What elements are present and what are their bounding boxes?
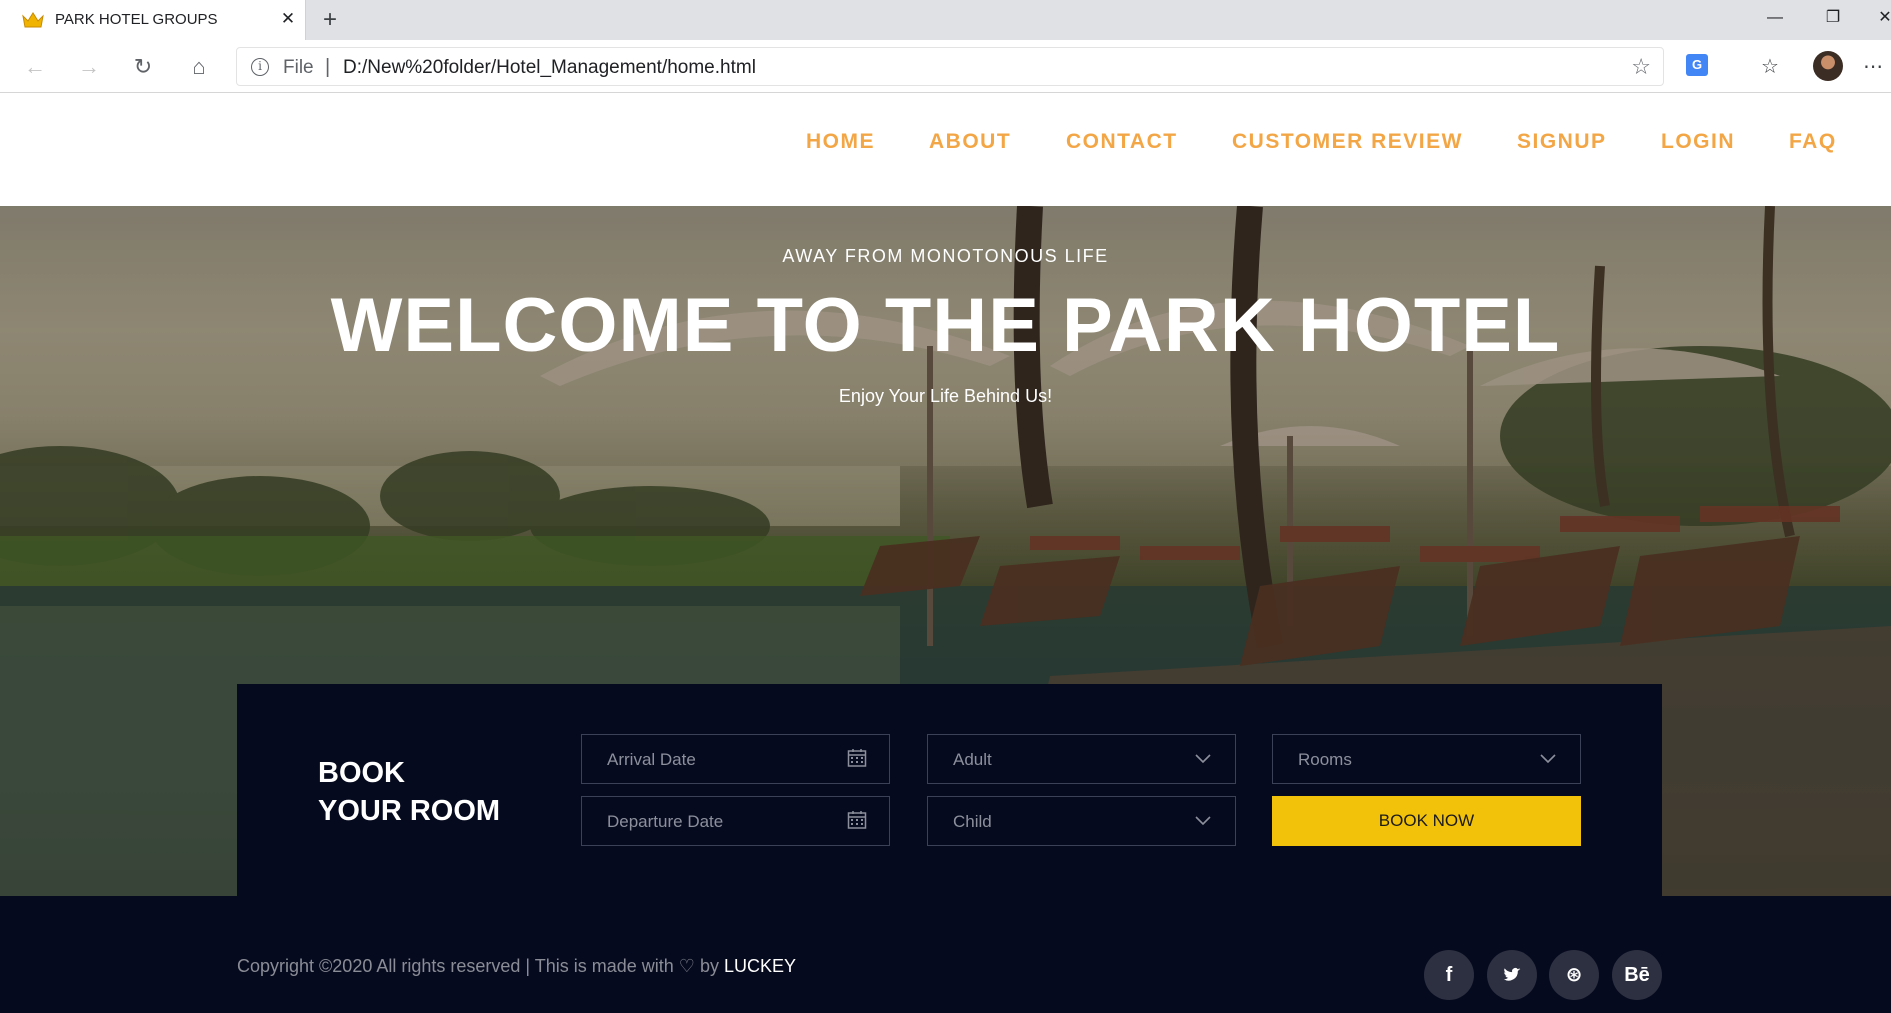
nav-about[interactable]: ABOUT [929, 130, 1011, 154]
nav-signup[interactable]: SIGNUP [1517, 130, 1607, 154]
booking-heading-line1: BOOK [318, 757, 405, 789]
hero-tagline: Enjoy Your Life Behind Us! [838, 386, 1053, 406]
browser-tab[interactable]: PARK HOTEL GROUPS ✕ [0, 0, 306, 40]
url-text[interactable]: D:/New%20folder/Hotel_Management/home.ht… [343, 57, 756, 79]
profile-avatar[interactable] [1813, 51, 1843, 81]
more-menu-icon[interactable]: ⋯ [1858, 52, 1888, 82]
home-icon[interactable]: ⌂ [184, 52, 214, 82]
arrival-date-placeholder: Arrival Date [607, 750, 696, 769]
copyright-label: Copyright ©2020 All rights reserved | Th… [237, 956, 724, 976]
child-select-value: Child [953, 812, 992, 831]
tab-title: PARK HOTEL GROUPS [55, 11, 218, 28]
rooms-select[interactable]: Rooms [1272, 734, 1581, 784]
bookmark-star-icon[interactable]: ☆ [1631, 54, 1651, 80]
dribbble-icon[interactable]: ⊛ [1549, 950, 1599, 1000]
close-window-button[interactable]: ✕ [1862, 4, 1891, 32]
adult-select[interactable]: Adult [927, 734, 1236, 784]
chevron-down-icon [1540, 754, 1556, 764]
arrival-date-field[interactable]: Arrival Date [581, 734, 890, 784]
book-now-button[interactable]: BOOK NOW [1272, 796, 1581, 846]
tab-close-icon[interactable]: ✕ [278, 9, 298, 29]
hero-title: WELCOME TO THE PARK HOTEL [330, 283, 1561, 368]
departure-date-field[interactable]: Departure Date [581, 796, 890, 846]
nav-login[interactable]: LOGIN [1661, 130, 1735, 154]
nav-contact[interactable]: CONTACT [1066, 130, 1178, 154]
rooms-select-value: Rooms [1298, 750, 1352, 769]
calendar-icon [847, 749, 867, 767]
address-bar[interactable]: i File | D:/New%20folder/Hotel_Managemen… [236, 47, 1664, 86]
back-arrow-icon[interactable]: ← [20, 52, 50, 82]
forward-arrow-icon[interactable]: → [74, 52, 104, 82]
browser-toolbar: ← → ↻ ⌂ i File | D:/New%20folder/Hotel_M… [0, 40, 1891, 93]
translate-icon[interactable]: G [1686, 54, 1708, 76]
favorites-icon[interactable]: ☆ [1755, 52, 1785, 82]
minimize-button[interactable]: — [1752, 4, 1798, 32]
booking-panel: BOOK YOUR ROOM Arrival Date Departure Da… [237, 684, 1662, 896]
nav-faq[interactable]: FAQ [1789, 130, 1837, 154]
calendar-icon [847, 811, 867, 829]
booking-heading: BOOK YOUR ROOM [318, 754, 538, 830]
behance-icon[interactable]: Bē [1612, 950, 1662, 1000]
info-icon[interactable]: i [251, 58, 269, 76]
hero-kicker: AWAY FROM MONOTONOUS LIFE [782, 246, 1109, 266]
new-tab-button[interactable]: + [316, 6, 344, 34]
copyright-text: Copyright ©2020 All rights reserved | Th… [237, 956, 796, 977]
nav-customer-review[interactable]: CUSTOMER REVIEW [1232, 130, 1463, 154]
browser-tab-bar: PARK HOTEL GROUPS ✕ + — ❐ ✕ [0, 0, 1891, 40]
booking-heading-line2: YOUR ROOM [318, 795, 501, 827]
departure-date-placeholder: Departure Date [607, 812, 724, 831]
restore-button[interactable]: ❐ [1810, 4, 1856, 32]
nav-home[interactable]: HOME [806, 130, 875, 154]
scheme-label: File [283, 57, 314, 78]
author-link[interactable]: LUCKEY [724, 956, 796, 976]
chevron-down-icon [1195, 816, 1211, 826]
site-footer: Copyright ©2020 All rights reserved | Th… [0, 896, 1891, 1013]
chevron-down-icon [1195, 754, 1211, 764]
crown-favicon-icon [22, 12, 44, 28]
address-separator: | [325, 56, 331, 78]
twitter-bird-glyph [1503, 967, 1521, 981]
site-header: HOME ABOUT CONTACT CUSTOMER REVIEW SIGNU… [0, 94, 1891, 206]
twitter-icon[interactable] [1487, 950, 1537, 1000]
reload-icon[interactable]: ↻ [128, 52, 158, 82]
facebook-icon[interactable]: f [1424, 950, 1474, 1000]
child-select[interactable]: Child [927, 796, 1236, 846]
adult-select-value: Adult [953, 750, 992, 769]
